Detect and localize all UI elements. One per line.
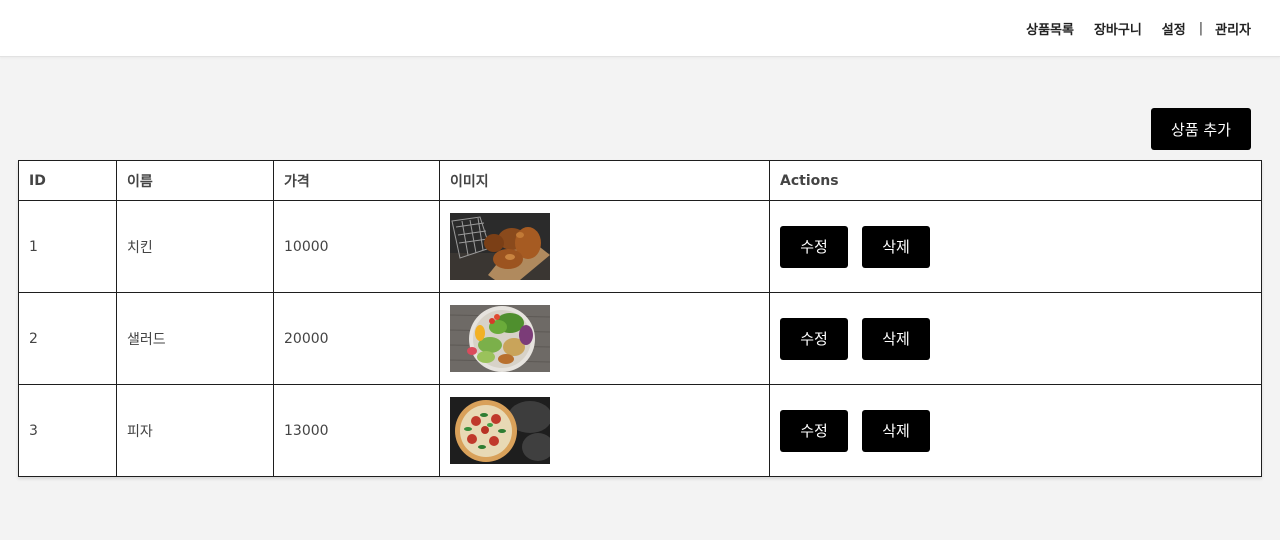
top-navbar: 상품목록 장바구니 설정 | 관리자 xyxy=(0,0,1280,57)
nav-cart[interactable]: 장바구니 xyxy=(1094,19,1142,38)
edit-button[interactable]: 수정 xyxy=(780,409,848,452)
main-nav: 상품목록 장바구니 설정 | 관리자 xyxy=(1026,0,1251,57)
table-row: 2 샐러드 20000 수정 삭제 xyxy=(18,292,1262,385)
product-table: ID 이름 가격 이미지 Actions 1 치킨 10000 수정 삭제 2 … xyxy=(18,160,1262,477)
delete-button[interactable]: 삭제 xyxy=(862,317,930,360)
table-header-row: ID 이름 가격 이미지 Actions xyxy=(18,160,1262,201)
edit-button[interactable]: 수정 xyxy=(780,225,848,268)
nav-separator: | xyxy=(1198,21,1204,36)
cell-image xyxy=(439,384,770,477)
cell-name: 피자 xyxy=(116,384,274,477)
cell-name: 샐러드 xyxy=(116,292,274,385)
cell-price: 10000 xyxy=(273,200,440,293)
cell-actions: 수정 삭제 xyxy=(769,200,1262,293)
cell-actions: 수정 삭제 xyxy=(769,384,1262,477)
add-product-button[interactable]: 상품 추가 xyxy=(1151,108,1251,150)
header-id: ID xyxy=(18,160,117,201)
salad-bowl-image xyxy=(450,305,550,372)
header-name: 이름 xyxy=(116,160,274,201)
fried-chicken-image xyxy=(450,213,550,280)
nav-product-list[interactable]: 상품목록 xyxy=(1026,19,1074,38)
table-row: 3 피자 13000 수정 삭제 xyxy=(18,384,1262,477)
header-actions: Actions xyxy=(769,160,1262,201)
cell-price: 20000 xyxy=(273,292,440,385)
table-row: 1 치킨 10000 수정 삭제 xyxy=(18,200,1262,293)
delete-button[interactable]: 삭제 xyxy=(862,409,930,452)
cell-image xyxy=(439,292,770,385)
cell-id: 1 xyxy=(18,200,117,293)
pizza-image xyxy=(450,397,550,464)
header-image: 이미지 xyxy=(439,160,770,201)
delete-button[interactable]: 삭제 xyxy=(862,225,930,268)
edit-button[interactable]: 수정 xyxy=(780,317,848,360)
nav-admin[interactable]: 관리자 xyxy=(1215,19,1251,38)
cell-price: 13000 xyxy=(273,384,440,477)
header-price: 가격 xyxy=(273,160,440,201)
cell-id: 2 xyxy=(18,292,117,385)
cell-image xyxy=(439,200,770,293)
cell-name: 치킨 xyxy=(116,200,274,293)
cell-id: 3 xyxy=(18,384,117,477)
cell-actions: 수정 삭제 xyxy=(769,292,1262,385)
nav-settings[interactable]: 설정 xyxy=(1162,19,1186,38)
